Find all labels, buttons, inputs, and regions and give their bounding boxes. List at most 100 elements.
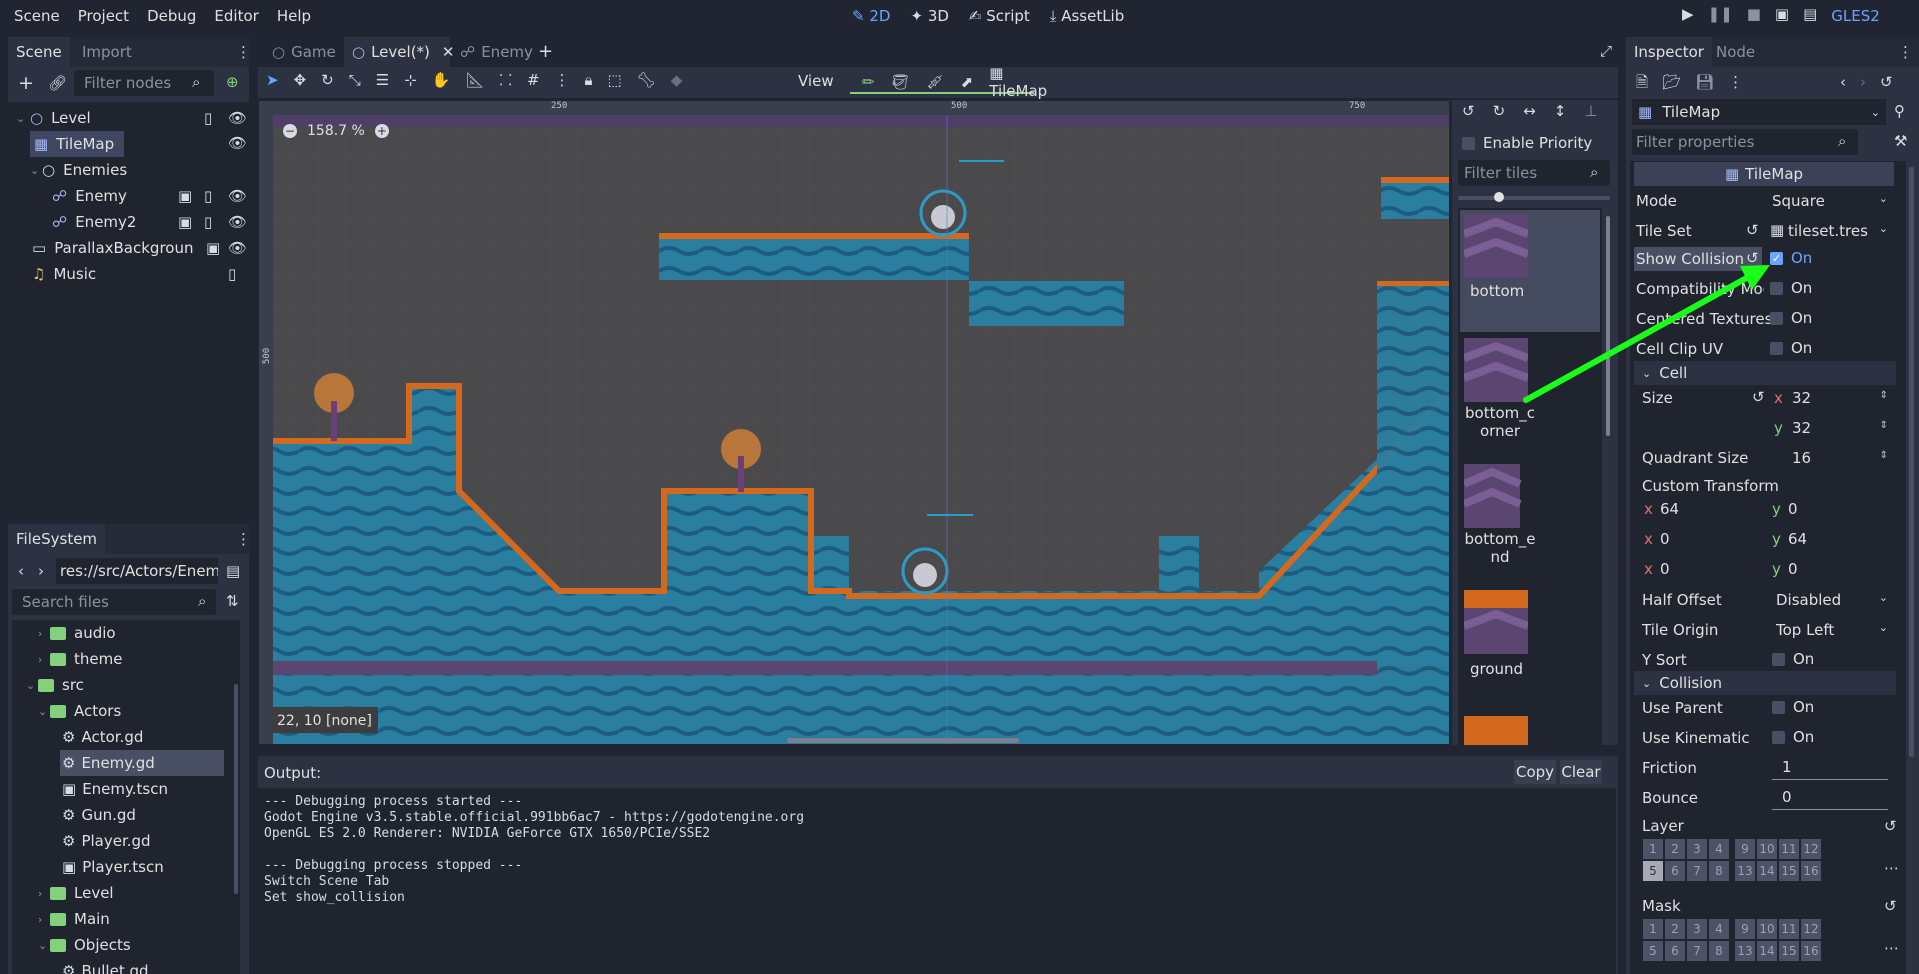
clear-transform-icon[interactable]: ⊥	[1584, 104, 1597, 119]
quadrant-field[interactable]: 16 ⇕	[1770, 446, 1894, 470]
open-scene-icon[interactable]: ▣	[178, 188, 192, 204]
inspector-scrollbar[interactable]	[1909, 167, 1914, 757]
tree-item-level[interactable]: ⌄ ○ Level ▯ 👁︎	[16, 105, 247, 131]
ysort-check[interactable]: On	[1772, 650, 1814, 668]
file-item-audio[interactable]: › audio	[38, 620, 116, 646]
use-kinematic-check[interactable]: On	[1772, 728, 1814, 746]
pivot-tool-icon[interactable]: ⊹	[404, 73, 417, 88]
tile-item-partial[interactable]	[1464, 716, 1528, 745]
transform-y0[interactable]: y0	[1766, 497, 1890, 521]
rect-select-icon[interactable]: ⬈	[961, 74, 974, 90]
zoom-in-icon[interactable]: +	[374, 124, 389, 138]
tile-origin-select[interactable]: Top Left ⌄	[1770, 618, 1894, 642]
lock-icon[interactable]: 🔒︎	[585, 73, 593, 88]
pan-tool-icon[interactable]: ✋	[432, 73, 451, 88]
select-tool-icon[interactable]: ➤	[266, 73, 279, 88]
visibility-icon[interactable]: 👁︎	[228, 110, 247, 126]
tab-level[interactable]: ○ Level(*) ✕	[344, 37, 454, 67]
file-item-main[interactable]: › Main	[38, 906, 110, 932]
layer-bits[interactable]: 1234 9 10 11 12 5678 13 14 15 16	[1642, 839, 1842, 881]
dock-menu-icon[interactable]: ⋮	[1898, 45, 1913, 60]
tile-list-scrollbar[interactable]	[1606, 216, 1610, 436]
file-item-actor-gd[interactable]: ⚙ Actor.gd	[62, 724, 143, 750]
tree-item-tilemap[interactable]: ▦ TileMap	[30, 131, 124, 157]
ruler-tool-icon[interactable]: 📐︎	[465, 73, 484, 88]
clear-button[interactable]: Clear	[1560, 760, 1602, 784]
visibility-icon[interactable]: 👁︎	[228, 136, 247, 151]
workspace-script[interactable]: ✍ Script	[969, 7, 1030, 25]
tab-scene[interactable]: Scene	[8, 37, 70, 67]
mode-select[interactable]: Square ⌄	[1766, 189, 1894, 213]
bucket-fill-icon[interactable]: 🪣︎	[891, 74, 910, 90]
play-icon[interactable]: ▶	[1682, 7, 1694, 25]
filter-nodes-input[interactable]: Filter nodes ⌕	[74, 70, 214, 96]
history-back-icon[interactable]: ‹	[1840, 75, 1846, 90]
tile-zoom-slider[interactable]	[1458, 192, 1610, 202]
tab-import[interactable]: Import	[74, 37, 140, 67]
renderer-select[interactable]: GLES2	[1831, 7, 1880, 25]
revert-icon[interactable]: ↺	[1746, 251, 1759, 266]
filesystem-scrollbar[interactable]	[234, 684, 238, 894]
group-icon[interactable]: ⬚	[608, 73, 622, 88]
workspace-3d[interactable]: ✦ 3D	[910, 7, 948, 25]
play-custom-scene-icon[interactable]: ▤	[1803, 7, 1817, 25]
history-forward-icon[interactable]: ›	[1860, 75, 1866, 90]
transform-x1[interactable]: x0	[1638, 527, 1762, 551]
dock-menu-icon[interactable]: ⋮	[236, 532, 251, 547]
zoom-level[interactable]: 158.7 %	[307, 123, 365, 139]
eyedropper-icon[interactable]: 💉︎	[926, 74, 945, 90]
tree-item-enemy2[interactable]: ☍ Enemy2 ▣ ▯ 👁︎	[52, 209, 247, 235]
enable-priority-check[interactable]: Enable Priority	[1462, 134, 1592, 152]
bones-icon[interactable]: 🦴︎	[637, 73, 656, 88]
file-item-level[interactable]: › Level	[38, 880, 114, 906]
copy-button[interactable]: Copy	[1514, 760, 1556, 784]
back-icon[interactable]: ‹	[18, 564, 24, 579]
transform-x2[interactable]: x0	[1638, 557, 1762, 581]
workspace-2d[interactable]: ✎ 2D	[852, 7, 890, 25]
forward-icon[interactable]: ›	[38, 564, 44, 579]
add-tab-icon[interactable]: +	[538, 43, 553, 61]
link-icon[interactable]: 🔗︎	[48, 76, 67, 91]
file-item-enemy-gd[interactable]: ⚙ Enemy.gd	[60, 750, 224, 776]
mask-bits[interactable]: 1234 9 10 11 12 5678 13 14 15 16	[1642, 919, 1842, 961]
use-parent-check[interactable]: On	[1772, 698, 1814, 716]
script-icon[interactable]: ▯	[204, 110, 212, 126]
half-offset-select[interactable]: Disabled ⌄	[1770, 588, 1894, 612]
file-item-actors[interactable]: ⌄ Actors	[38, 698, 121, 724]
tileset-resource[interactable]: ▦ tileset.tres ⌄	[1766, 219, 1894, 243]
save-icon[interactable]: 💾︎	[1695, 75, 1714, 90]
size-x-field[interactable]: x 32 ⇕	[1770, 386, 1894, 410]
tree-item-enemy[interactable]: ☍ Enemy ▣ ▯ 👁︎	[52, 183, 247, 209]
file-item-player-gd[interactable]: ⚙ Player.gd	[62, 828, 151, 854]
clipuv-check[interactable]: On	[1770, 339, 1812, 357]
script-icon[interactable]: ▯	[204, 214, 212, 230]
size-y-field[interactable]: y 32 ⇕	[1770, 416, 1894, 440]
output-log[interactable]: --- Debugging process started --- Godot …	[258, 788, 1616, 974]
more-layers-icon[interactable]: ⋯	[1884, 941, 1899, 956]
revert-icon[interactable]: ↺	[1884, 819, 1897, 834]
tile-item-bottom-corner[interactable]: bottom_c orner	[1460, 336, 1600, 458]
rotate-right-icon[interactable]: ↻	[1493, 104, 1506, 119]
tile-item-bottom-end[interactable]: bottom_e nd	[1460, 462, 1600, 584]
tab-node[interactable]: Node	[1708, 37, 1763, 67]
visibility-icon[interactable]: 👁︎	[228, 240, 247, 256]
list-select-icon[interactable]: ☰	[376, 73, 389, 88]
file-item-objects[interactable]: ⌄ Objects	[38, 932, 131, 958]
bounce-slider[interactable]: 0	[1772, 786, 1888, 810]
show-collision-check[interactable]: ✓ On	[1770, 249, 1812, 267]
file-item-bullet-gd[interactable]: ⚙ Bullet.gd	[62, 958, 149, 974]
tab-inspector[interactable]: Inspector	[1626, 37, 1712, 67]
flip-vertical-icon[interactable]: ↕	[1554, 104, 1567, 119]
menu-editor[interactable]: Editor	[214, 7, 258, 25]
visibility-icon[interactable]: 👁︎	[228, 188, 247, 204]
file-item-src[interactable]: ⌄ src	[26, 672, 84, 698]
section-collision[interactable]: ⌄ Collision	[1634, 671, 1896, 695]
file-item-gun-gd[interactable]: ⚙ Gun.gd	[62, 802, 136, 828]
tilemap-menu[interactable]: ▦ TileMap	[989, 64, 1047, 101]
revert-icon[interactable]: ↺	[1752, 390, 1765, 405]
filter-properties-input[interactable]: Filter properties ⌕	[1632, 129, 1858, 155]
tree-item-parallax[interactable]: ▭ ParallaxBackgroun ▣ 👁︎	[32, 235, 247, 261]
revert-icon[interactable]: ↺	[1884, 899, 1897, 914]
play-scene-icon[interactable]: ▣	[1775, 7, 1789, 25]
transform-y2[interactable]: y0	[1766, 557, 1890, 581]
